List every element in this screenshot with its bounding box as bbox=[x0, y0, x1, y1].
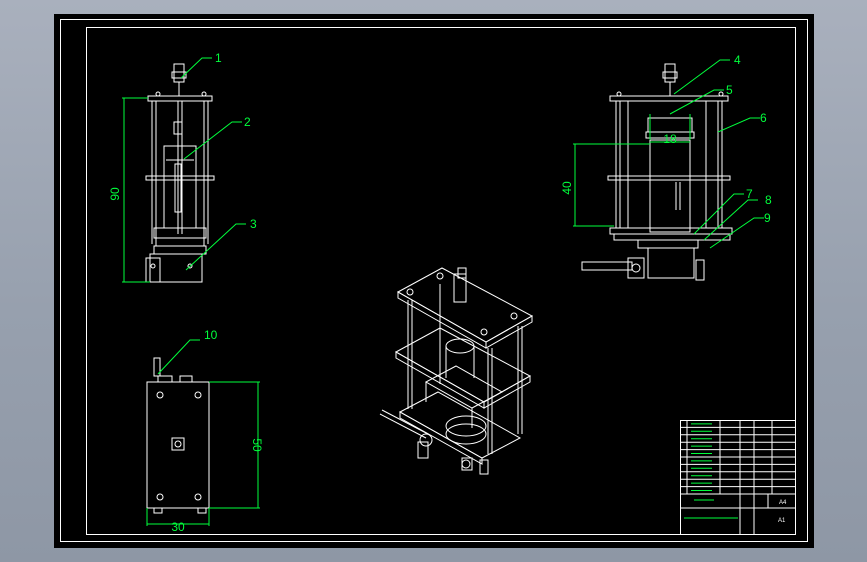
isometric-view bbox=[379, 267, 534, 475]
balloon-label-9: 9 bbox=[764, 211, 771, 225]
dim-side-width: 18 bbox=[663, 132, 677, 146]
sheet-outer-border bbox=[60, 19, 808, 542]
balloon-label-1: 1 bbox=[215, 51, 222, 65]
plan-view: 50 30 bbox=[146, 339, 264, 534]
title-block: A4 A1 bbox=[680, 420, 796, 535]
dim-plan-height: 50 bbox=[250, 438, 264, 452]
side-view: 40 18 bbox=[560, 59, 764, 281]
balloon-label-2: 2 bbox=[244, 115, 251, 129]
balloon-label-5: 5 bbox=[726, 83, 733, 97]
balloon-label-7: 7 bbox=[746, 187, 753, 201]
cad-viewport[interactable]: 90 50 30 40 18 1 2 3 4 5 6 7 8 9 10 A4 A… bbox=[54, 14, 814, 548]
balloon-label-10: 10 bbox=[204, 328, 218, 342]
balloon-label-3: 3 bbox=[250, 217, 257, 231]
dim-front-height: 90 bbox=[108, 187, 122, 201]
balloon-label-6: 6 bbox=[760, 111, 767, 125]
balloon-label-4: 4 bbox=[734, 53, 741, 67]
balloon-label-8: 8 bbox=[765, 193, 772, 207]
title-block-scale-cell: A1 bbox=[778, 518, 786, 524]
drawing-sheet: 90 50 30 40 18 1 2 3 4 5 6 7 8 9 10 A4 A… bbox=[60, 19, 808, 542]
dim-side-height: 40 bbox=[560, 181, 574, 195]
front-view: 90 bbox=[108, 57, 246, 283]
title-block-sheet-size: A4 bbox=[779, 500, 787, 506]
dim-plan-width: 30 bbox=[171, 520, 185, 534]
